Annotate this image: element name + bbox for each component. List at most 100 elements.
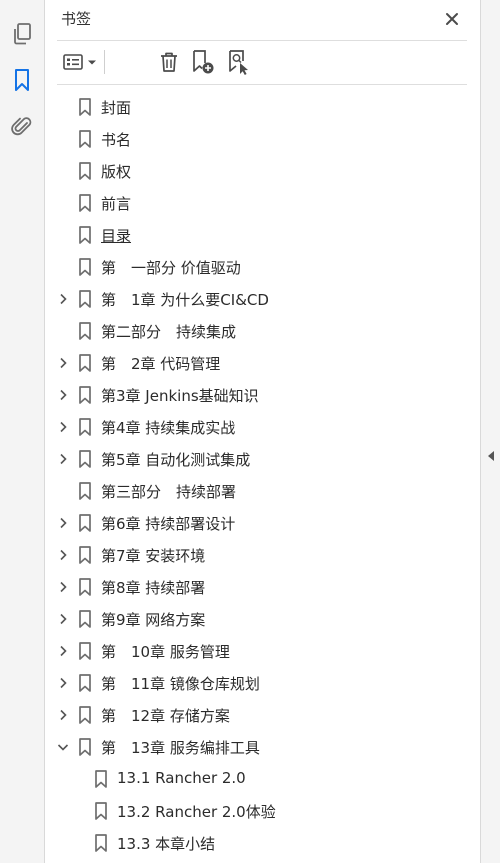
bookmark-item[interactable]: 第7章 安装环境	[45, 540, 475, 570]
new-bookmark-icon[interactable]	[189, 48, 217, 76]
bookmark-icon	[78, 130, 92, 148]
bookmark-item[interactable]: 第6章 持续部署设计	[45, 508, 475, 538]
bookmark-label: 第9章 网络方案	[101, 611, 206, 629]
bookmark-label: 13.1 Rancher 2.0	[117, 769, 246, 787]
delete-bookmark-icon[interactable]	[155, 48, 183, 76]
attachment-icon[interactable]	[8, 112, 36, 140]
bookmark-label: 第5章 自动化测试集成	[101, 451, 251, 469]
bookmark-item[interactable]: 第 11章 镜像仓库规划	[45, 668, 475, 698]
panel-title: 书签	[61, 10, 92, 28]
bookmark-label: 第8章 持续部署	[101, 579, 206, 597]
bookmark-item[interactable]: 13.1 Rancher 2.0	[45, 764, 475, 794]
chevron-right-icon[interactable]	[56, 516, 70, 530]
bookmark-label: 第 13章 服务编排工具	[101, 739, 260, 757]
bookmark-label: 第 10章 服务管理	[101, 643, 230, 661]
chevron-right-icon[interactable]	[56, 676, 70, 690]
navigation-rail	[0, 0, 45, 863]
bookmark-icon	[78, 738, 92, 756]
chevron-right-icon[interactable]	[56, 548, 70, 562]
bookmark-toolbar	[57, 46, 467, 78]
bookmark-label: 第三部分 持续部署	[101, 483, 237, 501]
bookmark-item[interactable]: 前言	[45, 188, 475, 218]
bookmark-icon	[78, 674, 92, 692]
chevron-right-icon[interactable]	[56, 452, 70, 466]
bookmark-icon	[78, 258, 92, 276]
bookmark-label: 目录	[101, 227, 132, 245]
bookmark-label: 13.2 Rancher 2.0体验	[117, 803, 276, 821]
bookmark-icon	[78, 162, 92, 180]
bookmark-item[interactable]: 第9章 网络方案	[45, 604, 475, 634]
bookmark-icon	[78, 610, 92, 628]
bookmark-item[interactable]: 版权	[45, 156, 475, 186]
bookmark-label: 第 11章 镜像仓库规划	[101, 675, 260, 693]
bookmark-icon	[78, 226, 92, 244]
bookmark-label: 第 1章 为什么要CI&CD	[101, 291, 269, 309]
bookmark-label: 版权	[101, 163, 132, 181]
bookmark-icon	[78, 290, 92, 308]
bookmark-item[interactable]: 目录	[45, 220, 475, 250]
chevron-right-icon[interactable]	[56, 580, 70, 594]
bookmark-icon	[78, 98, 92, 116]
bookmark-item[interactable]: 第 10章 服务管理	[45, 636, 475, 666]
bookmark-item[interactable]: 封面	[45, 92, 475, 122]
bookmark-icon	[94, 834, 108, 852]
bookmark-item[interactable]: 13.2 Rancher 2.0体验	[45, 796, 475, 826]
bookmark-item[interactable]: 第 1章 为什么要CI&CD	[45, 284, 475, 314]
title-divider	[57, 40, 467, 41]
bookmark-item[interactable]: 第5章 自动化测试集成	[45, 444, 475, 474]
chevron-right-icon[interactable]	[56, 292, 70, 306]
bookmark-icon	[78, 386, 92, 404]
chevron-right-icon[interactable]	[56, 612, 70, 626]
bookmark-icon	[78, 418, 92, 436]
bookmark-icon	[78, 322, 92, 340]
chevron-right-icon[interactable]	[56, 388, 70, 402]
toolbar-divider	[104, 50, 105, 74]
bookmark-label: 第4章 持续集成实战	[101, 419, 236, 437]
pages-icon[interactable]	[8, 20, 36, 48]
chevron-right-icon[interactable]	[56, 644, 70, 658]
bookmark-icon	[94, 802, 108, 820]
bookmark-item[interactable]: 第 2章 代码管理	[45, 348, 475, 378]
bookmark-item[interactable]: 书名	[45, 124, 475, 154]
close-icon[interactable]	[441, 8, 463, 30]
collapse-panel-arrow-icon[interactable]	[486, 449, 496, 463]
bookmark-item[interactable]: 第 一部分 价值驱动	[45, 252, 475, 282]
find-bookmark-icon[interactable]	[225, 48, 253, 76]
bookmark-item[interactable]: 第 12章 存储方案	[45, 700, 475, 730]
bookmark-item[interactable]: 第8章 持续部署	[45, 572, 475, 602]
chevron-right-icon[interactable]	[56, 708, 70, 722]
toolbar-divider-bottom	[57, 84, 467, 85]
bookmarks-panel: 书签 封面书名版权前言目录第 一部分 价值驱动第 1章 为什么要CI&CD 第二部…	[45, 0, 480, 863]
bookmark-label: 前言	[101, 195, 132, 213]
bookmark-label: 第7章 安装环境	[101, 547, 206, 565]
chevron-down-icon[interactable]	[56, 740, 70, 754]
bookmark-icon	[78, 194, 92, 212]
bookmark-icon	[78, 578, 92, 596]
bookmark-item[interactable]: 第 13章 服务编排工具	[45, 732, 475, 762]
bookmark-label: 第3章 Jenkins基础知识	[101, 387, 259, 405]
bookmark-icon	[78, 354, 92, 372]
bookmark-icon	[78, 642, 92, 660]
bookmark-item[interactable]: 第三部分 持续部署	[45, 476, 475, 506]
bookmark-icon	[78, 706, 92, 724]
bookmark-item[interactable]: 13.3 本章小结	[45, 828, 475, 858]
bookmark-icon	[78, 546, 92, 564]
bookmark-icon	[78, 514, 92, 532]
bookmark-item[interactable]: 第二部分 持续集成	[45, 316, 475, 346]
bookmark-label: 第6章 持续部署设计	[101, 515, 236, 533]
chevron-right-icon[interactable]	[56, 420, 70, 434]
bookmark-item[interactable]: 第3章 Jenkins基础知识	[45, 380, 475, 410]
panel-collapse-strip	[480, 0, 500, 863]
bookmark-label: 13.3 本章小结	[117, 835, 216, 853]
bookmark-label: 封面	[101, 99, 132, 117]
chevron-right-icon[interactable]	[56, 356, 70, 370]
options-menu-icon[interactable]	[61, 48, 99, 76]
bookmark-label: 第 12章 存储方案	[101, 707, 230, 725]
bookmark-icon	[78, 450, 92, 468]
bookmark-label: 第 一部分 价值驱动	[101, 259, 241, 277]
bookmark-item[interactable]: 第4章 持续集成实战	[45, 412, 475, 442]
bookmark-label: 第 2章 代码管理	[101, 355, 221, 373]
bookmark-label: 书名	[101, 131, 132, 149]
bookmark-icon	[94, 770, 108, 788]
bookmark-icon[interactable]	[8, 66, 36, 94]
